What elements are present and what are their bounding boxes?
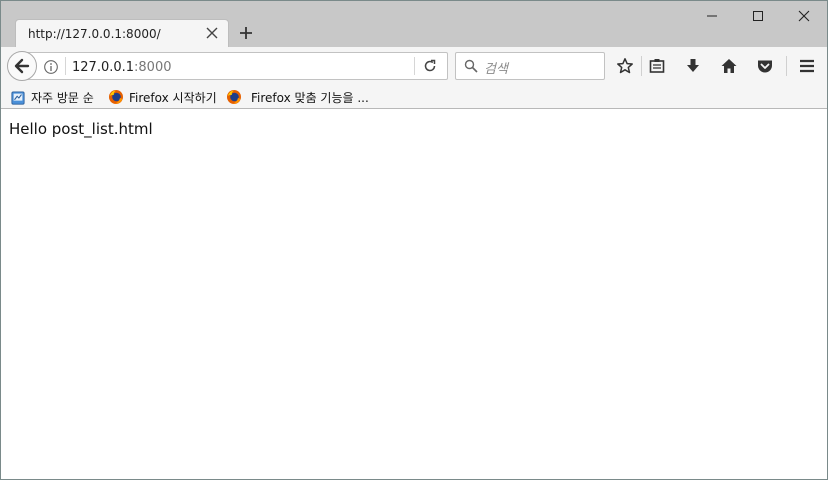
minimize-icon[interactable] [701, 6, 723, 26]
browser-window: http://127.0.0.1:8000/ 127.0.0.1:8000 검색… [0, 0, 828, 480]
back-button[interactable] [7, 51, 37, 81]
search-icon [464, 59, 478, 73]
close-icon[interactable] [204, 25, 220, 41]
star-icon[interactable] [616, 57, 634, 75]
toolbar-separator [641, 56, 642, 76]
window-close-icon[interactable] [793, 6, 815, 26]
bookmark-label: 자주 방문 순 [31, 91, 94, 105]
url-host: 127.0.0.1 [72, 60, 135, 75]
bookmark-most-visited[interactable]: 자주 방문 순 [11, 89, 94, 107]
search-placeholder: 검색 [484, 62, 508, 77]
page-body-text: Hello post_list.html [9, 120, 153, 138]
url-separator [65, 57, 66, 75]
maximize-icon[interactable] [747, 6, 769, 26]
bookmark-label: Firefox 맞춤 기능을 ... [251, 91, 369, 105]
bookmarks-toolbar: 자주 방문 순 Firefox 시작하기 Firefox 맞춤 기능을 ... [1, 85, 827, 109]
bookmark-getting-started[interactable]: Firefox 시작하기 [108, 89, 217, 107]
firefox-logo-icon [109, 90, 123, 104]
url-port: :8000 [134, 60, 172, 75]
reload-icon[interactable] [422, 58, 438, 74]
pocket-icon[interactable] [756, 57, 774, 75]
reload-separator [414, 57, 415, 75]
info-icon[interactable] [43, 59, 59, 75]
toolbar-separator [786, 56, 787, 76]
nav-toolbar: 127.0.0.1:8000 검색 [1, 47, 827, 85]
hamburger-icon[interactable] [798, 57, 816, 75]
plus-icon[interactable] [237, 24, 255, 42]
clipboard-icon[interactable] [648, 57, 666, 75]
tab-title: http://127.0.0.1:8000/ [28, 27, 161, 41]
firefox-logo-icon [227, 90, 241, 104]
bookmark-customize[interactable]: Firefox 맞춤 기능을 ... [226, 89, 369, 107]
title-bar: http://127.0.0.1:8000/ [1, 1, 827, 47]
home-icon[interactable] [720, 57, 738, 75]
page-content: Hello post_list.html [1, 110, 827, 479]
most-visited-icon [11, 91, 25, 105]
download-icon[interactable] [684, 57, 702, 75]
url-text[interactable]: 127.0.0.1:8000 [72, 60, 172, 75]
search-input[interactable]: 검색 [455, 52, 605, 80]
back-arrow-icon [14, 58, 30, 74]
bookmark-label: Firefox 시작하기 [129, 91, 217, 105]
tab-active[interactable]: http://127.0.0.1:8000/ [15, 19, 229, 47]
